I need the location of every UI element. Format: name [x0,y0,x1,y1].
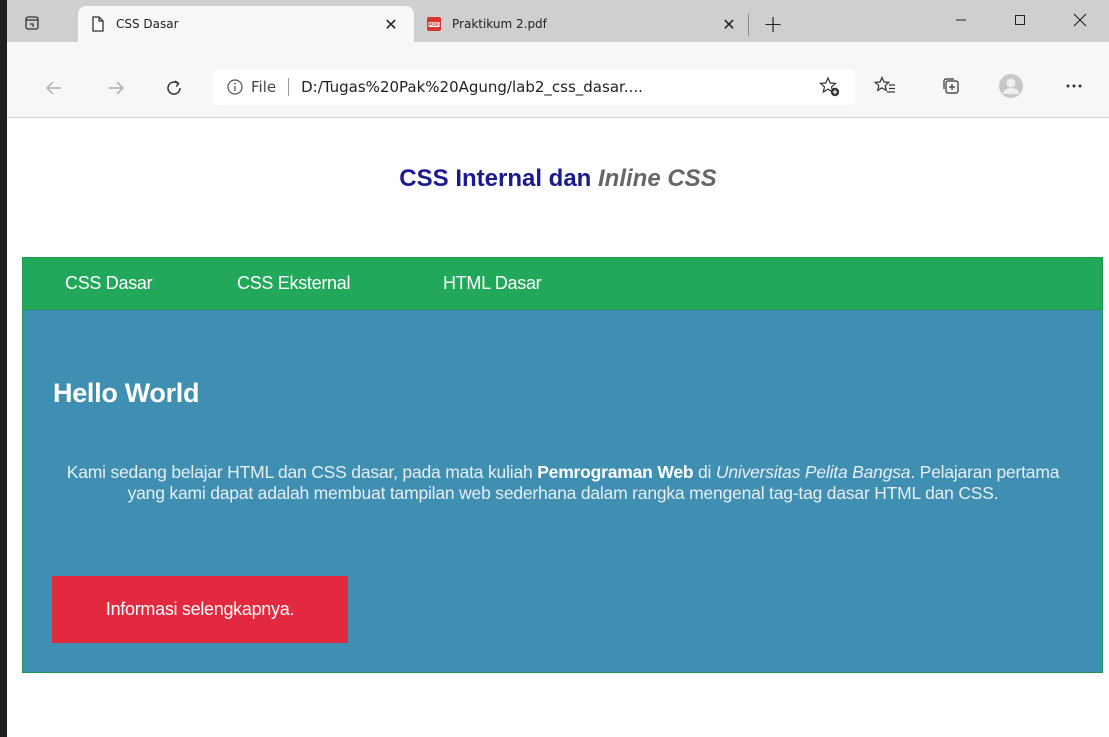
close-tab-icon[interactable]: ✕ [718,13,740,35]
add-favorite-icon[interactable] [818,76,841,98]
close-window-icon[interactable] [1055,0,1105,40]
page-heading-main: CSS Internal dan [399,165,598,192]
hero-title: Hello World [53,378,200,408]
hero-section: Hello World Kami sedang belajar HTML dan… [22,310,1103,673]
address-scheme-label: File [251,78,277,96]
page-heading-italic: Inline CSS [598,165,717,192]
tab-praktikum-pdf[interactable]: PDF Praktikum 2.pdf ✕ [414,6,752,42]
info-icon[interactable] [225,77,245,97]
pdf-icon: PDF [426,16,442,32]
new-tab-icon[interactable]: + [758,9,788,39]
minimize-icon[interactable] [936,0,986,40]
hero-paragraph: Kami sedang belajar HTML dan CSS dasar, … [66,462,1060,503]
close-tab-icon[interactable]: ✕ [380,13,402,35]
collections-icon[interactable] [934,69,968,103]
more-menu-icon[interactable] [1057,69,1091,103]
browser-toolbar: File D:/Tugas%20Pak%20Agung/lab2_css_das… [7,42,1109,118]
hero-text-bold: Pemrograman Web [537,462,694,482]
nav-bar: CSS Dasar CSS Eksternal HTML Dasar [22,257,1103,310]
nav-link-html-dasar[interactable]: HTML Dasar [443,273,542,294]
refresh-icon[interactable] [157,71,191,105]
address-divider [288,78,290,96]
favorites-icon[interactable] [868,69,902,103]
tab-title: Praktikum 2.pdf [452,17,547,31]
page-icon [90,16,106,32]
hero-text-italic: Universitas Pelita Bangsa [715,462,911,482]
back-arrow-icon[interactable] [37,71,71,105]
nav-link-css-dasar[interactable]: CSS Dasar [65,273,153,294]
tab-actions-icon[interactable] [21,12,43,34]
svg-text:PDF: PDF [429,22,439,28]
address-bar[interactable]: File D:/Tugas%20Pak%20Agung/lab2_css_das… [213,69,855,105]
tab-title: CSS Dasar [116,17,179,31]
more-info-button[interactable]: Informasi selengkapnya. [52,576,348,643]
forward-arrow-icon[interactable] [99,71,133,105]
tab-separator [748,14,749,36]
profile-avatar-icon[interactable] [994,69,1028,103]
background-window-edge [0,0,7,737]
maximize-icon[interactable] [995,0,1045,40]
page-heading: CSS Internal dan Inline CSS [7,165,1109,193]
tab-strip: CSS Dasar ✕ PDF Praktikum 2.pdf ✕ + [7,0,1109,42]
nav-link-css-eksternal[interactable]: CSS Eksternal [237,273,350,294]
tab-css-dasar[interactable]: CSS Dasar ✕ [78,6,414,42]
address-url[interactable]: D:/Tugas%20Pak%20Agung/lab2_css_dasar...… [301,78,643,96]
